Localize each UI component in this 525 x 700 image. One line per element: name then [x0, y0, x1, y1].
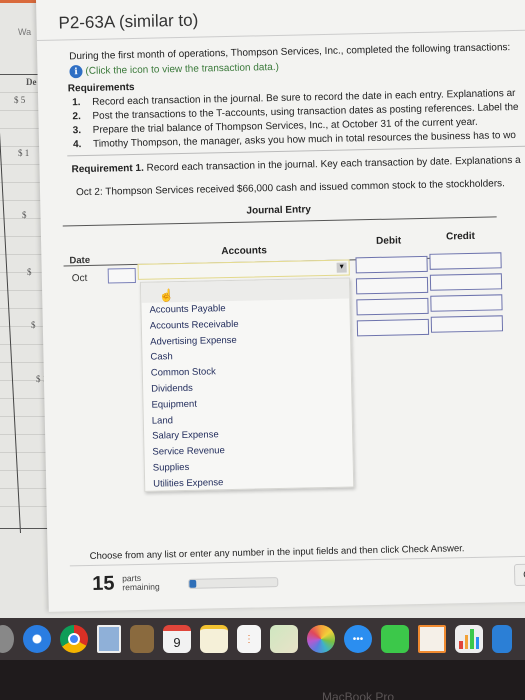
messages-icon[interactable]: ••• [344, 625, 372, 653]
parts-remaining-label: parts remaining [122, 573, 160, 593]
facetime-icon[interactable] [381, 625, 409, 653]
accent-bar [0, 0, 40, 3]
maps-icon[interactable] [270, 625, 298, 653]
requirement-number: 2. [72, 111, 81, 123]
column-header-accounts: Accounts [221, 245, 267, 258]
credit-input[interactable] [429, 273, 503, 291]
journal-entry-title: Journal Entry [246, 204, 312, 217]
notes-icon[interactable] [200, 625, 228, 653]
requirements-heading: Requirements [67, 81, 135, 95]
chrome-icon[interactable] [60, 625, 88, 653]
background-amount: $ [22, 210, 27, 220]
photos-icon[interactable] [307, 625, 335, 653]
chevron-down-icon[interactable]: ▼ [336, 262, 347, 273]
account-dropdown-list[interactable]: ☝ Accounts Payable Accounts Receivable A… [139, 277, 355, 493]
debit-input[interactable] [355, 255, 428, 274]
reminders-icon[interactable]: ⋮ [237, 625, 261, 653]
problem-title: P2-63A (similar to) [58, 10, 199, 33]
debit-input[interactable] [355, 276, 429, 295]
dropdown-option[interactable]: Utilities Expense [153, 472, 353, 492]
background-column-line [0, 75, 22, 533]
day-input[interactable] [107, 267, 136, 284]
credit-input[interactable] [430, 294, 503, 312]
background-amount: $ 5 [14, 95, 26, 105]
transaction-data-link-text[interactable]: (Click the icon to view the transaction … [85, 62, 279, 77]
debit-input[interactable] [356, 318, 430, 337]
credit-input[interactable] [429, 252, 502, 270]
problem-intro: During the first month of operations, Th… [69, 42, 511, 63]
background-amount: $ [31, 320, 36, 330]
mail-icon[interactable] [97, 625, 121, 653]
column-header-debit: Debit [376, 235, 402, 247]
parts-label-line: remaining [122, 581, 160, 593]
requirement-1-label: Requirement 1. [71, 162, 144, 176]
account-select[interactable]: ▼ [137, 259, 350, 280]
background-amount: $ [27, 267, 32, 277]
requirement-1-instruction: Requirement 1. Record each transaction i… [71, 155, 520, 175]
hand-cursor-icon: ☝ [159, 288, 175, 303]
device-brand: MacBook Pro [322, 690, 395, 700]
month-label: Oct [71, 272, 88, 285]
requirement-1-text: Record each transaction in the journal. … [146, 154, 521, 174]
background-amount: $ 1 [18, 148, 30, 158]
dropdown-options: Accounts Payable Accounts Receivable Adv… [141, 299, 353, 493]
problem-panel: P2-63A (similar to) During the first mon… [36, 0, 525, 612]
credit-input[interactable] [430, 315, 504, 333]
progress-bar [188, 577, 279, 589]
column-header-credit: Credit [445, 230, 476, 243]
requirement-number: 3. [72, 125, 82, 137]
parts-remaining-count: 15 [92, 572, 115, 595]
calendar-day: 9 [173, 634, 181, 650]
dock: 9 ⋮ ••• [0, 618, 525, 660]
keynote-icon[interactable] [492, 625, 512, 653]
calendar-icon[interactable]: 9 [163, 625, 191, 653]
transaction-data-link[interactable]: i (Click the icon to view the transactio… [69, 61, 279, 79]
info-icon[interactable]: i [69, 65, 83, 79]
progress-fill [189, 579, 197, 588]
safari-icon[interactable] [23, 625, 51, 653]
background-label: Wa [18, 27, 32, 37]
pages-icon[interactable] [418, 625, 446, 653]
background-column-header: De [26, 77, 37, 87]
contacts-icon[interactable] [130, 625, 154, 653]
requirements-list: 1. Record each transaction in the journal… [72, 88, 519, 153]
debit-input[interactable] [356, 297, 429, 316]
numbers-icon[interactable] [455, 625, 483, 653]
requirement-number: 1. [72, 97, 81, 109]
launchpad-icon[interactable] [0, 625, 14, 653]
laptop-bezel: MacBook Pro [0, 660, 525, 700]
requirement-number: 4. [72, 139, 82, 151]
table-rule [62, 216, 497, 227]
transaction-description: Oct 2: Thompson Services received $66,00… [75, 178, 506, 199]
clear-button[interactable]: Clear [513, 563, 525, 587]
